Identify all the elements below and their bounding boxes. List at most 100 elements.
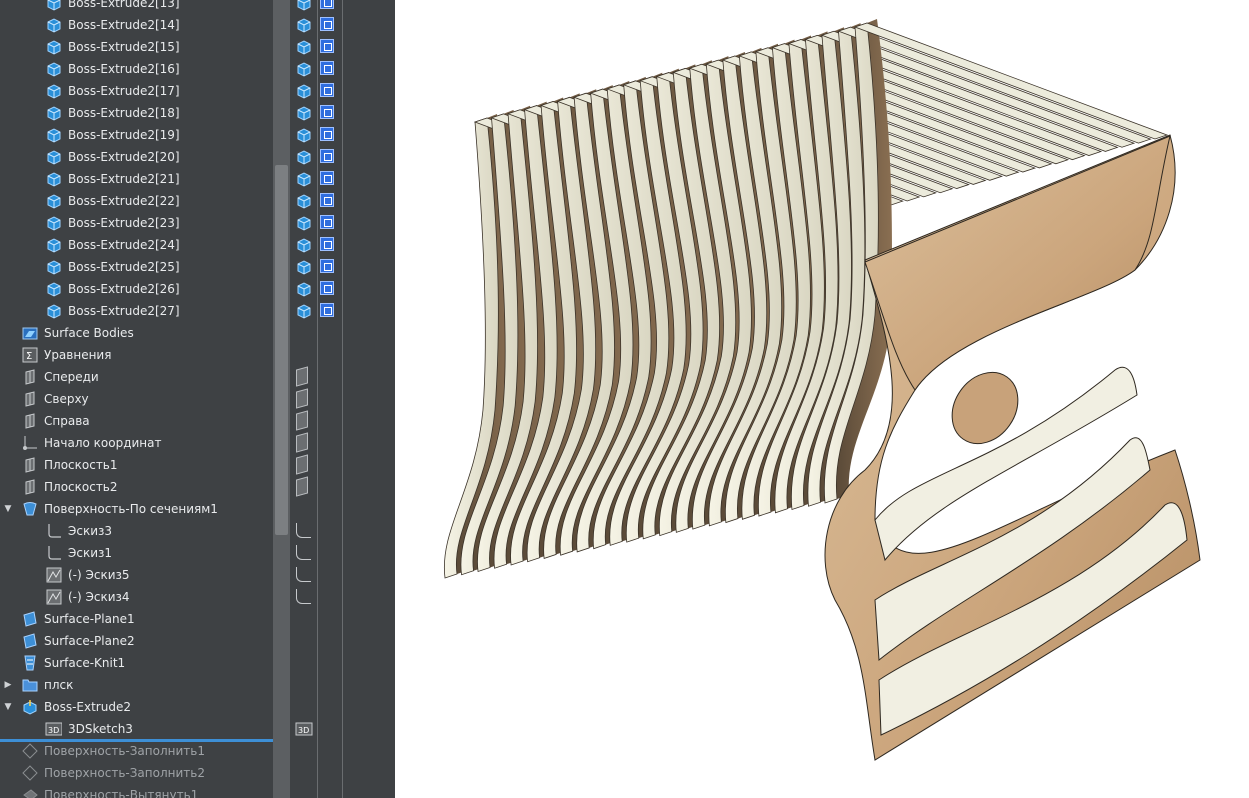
display-pane-row[interactable] (290, 124, 395, 146)
tree-item[interactable]: Справа (0, 410, 273, 432)
tree-item[interactable]: Эскиз3 (0, 520, 273, 542)
tree-item[interactable]: Сверху (0, 388, 273, 410)
plane-visibility-icon[interactable] (296, 366, 308, 387)
appearance-chip-icon[interactable] (320, 281, 334, 295)
tree-item[interactable]: (-) Эскиз4 (0, 586, 273, 608)
tree-item[interactable]: Boss-Extrude2[26] (0, 278, 273, 300)
tree-item[interactable]: Boss-Extrude2[13] (0, 0, 273, 14)
display-pane-row[interactable] (290, 762, 395, 784)
appearance-chip-icon[interactable] (320, 105, 334, 119)
display-pane-row[interactable] (290, 696, 395, 718)
tree-item[interactable]: (-) Эскиз5 (0, 564, 273, 586)
tree-item[interactable]: Surface Bodies (0, 322, 273, 344)
display-pane-row[interactable] (290, 278, 395, 300)
tree-item[interactable]: Boss-Extrude2[15] (0, 36, 273, 58)
body-display-icon[interactable] (296, 149, 312, 165)
display-pane-row[interactable] (290, 586, 395, 608)
tree-item[interactable]: Boss-Extrude2[23] (0, 212, 273, 234)
display-pane-row[interactable] (290, 146, 395, 168)
body-display-icon[interactable] (296, 83, 312, 99)
appearance-chip-icon[interactable] (320, 193, 334, 207)
appearance-chip-icon[interactable] (320, 303, 334, 317)
plane-visibility-icon[interactable] (296, 388, 308, 409)
expand-arrow-icon[interactable]: ▶ (3, 680, 13, 690)
tree-scrollbar-thumb[interactable] (275, 165, 288, 535)
display-pane-row[interactable] (290, 410, 395, 432)
display-pane-row[interactable] (290, 0, 395, 14)
tree-item[interactable]: Поверхность-Заполнить1 (0, 740, 273, 762)
tree-item[interactable]: Спереди (0, 366, 273, 388)
display-pane-row[interactable] (290, 212, 395, 234)
display-pane-row[interactable] (290, 740, 395, 762)
display-pane-row[interactable] (290, 388, 395, 410)
plane-visibility-icon[interactable] (296, 432, 308, 453)
tree-item[interactable]: Поверхность-Заполнить2 (0, 762, 273, 784)
display-pane-row[interactable] (290, 190, 395, 212)
display-pane-row[interactable]: 3D (290, 718, 395, 740)
body-display-icon[interactable] (296, 237, 312, 253)
display-pane-row[interactable] (290, 36, 395, 58)
tree-item[interactable]: Boss-Extrude2[17] (0, 80, 273, 102)
tree-item[interactable]: ▼ Поверхность-По сечениям1 (0, 498, 273, 520)
appearance-chip-icon[interactable] (320, 17, 334, 31)
tree-item[interactable]: Boss-Extrude2[14] (0, 14, 273, 36)
plane-visibility-icon[interactable] (296, 410, 308, 431)
slat-stool-model[interactable] (395, 0, 1249, 798)
tree-item[interactable]: Boss-Extrude2[21] (0, 168, 273, 190)
display-pane-row[interactable] (290, 14, 395, 36)
appearance-chip-icon[interactable] (320, 259, 334, 273)
appearance-chip-icon[interactable] (320, 39, 334, 53)
collapse-arrow-icon[interactable]: ▼ (3, 504, 13, 514)
body-display-icon[interactable] (296, 171, 312, 187)
tree-item[interactable]: Начало координат (0, 432, 273, 454)
tree-item[interactable]: Плоскость1 (0, 454, 273, 476)
tree-item[interactable]: Σ Уравнения (0, 344, 273, 366)
plane-visibility-icon[interactable] (296, 476, 308, 497)
appearance-chip-icon[interactable] (320, 61, 334, 75)
display-pane-row[interactable] (290, 608, 395, 630)
display-pane-row[interactable] (290, 80, 395, 102)
collapse-arrow-icon[interactable]: ▼ (3, 702, 13, 712)
tree-item[interactable]: Boss-Extrude2[25] (0, 256, 273, 278)
tree-item[interactable]: ▶ плск (0, 674, 273, 696)
display-pane-row[interactable] (290, 432, 395, 454)
appearance-chip-icon[interactable] (320, 171, 334, 185)
display-pane-row[interactable] (290, 476, 395, 498)
tree-item[interactable]: Boss-Extrude2[19] (0, 124, 273, 146)
appearance-chip-icon[interactable] (320, 0, 334, 9)
display-pane-row[interactable] (290, 564, 395, 586)
display-pane-row[interactable] (290, 322, 395, 344)
display-pane-row[interactable] (290, 520, 395, 542)
3d-sketch-visibility-icon[interactable]: 3D (295, 721, 313, 737)
display-pane-row[interactable] (290, 630, 395, 652)
tree-item[interactable]: Эскиз1 (0, 542, 273, 564)
display-pane-row[interactable] (290, 234, 395, 256)
display-pane-row[interactable] (290, 168, 395, 190)
sketch-visibility-icon[interactable] (296, 567, 311, 582)
body-display-icon[interactable] (296, 215, 312, 231)
appearance-chip-icon[interactable] (320, 83, 334, 97)
display-pane-row[interactable] (290, 366, 395, 388)
display-pane-row[interactable] (290, 344, 395, 366)
appearance-chip-icon[interactable] (320, 127, 334, 141)
tree-item[interactable]: Boss-Extrude2[16] (0, 58, 273, 80)
tree-item[interactable]: Surface-Knit1 (0, 652, 273, 674)
body-display-icon[interactable] (296, 105, 312, 121)
display-pane-row[interactable] (290, 58, 395, 80)
tree-item[interactable]: ▼ Boss-Extrude2 (0, 696, 273, 718)
display-pane-row[interactable] (290, 498, 395, 520)
tree-item[interactable]: Surface-Plane2 (0, 630, 273, 652)
plane-visibility-icon[interactable] (296, 454, 308, 475)
body-display-icon[interactable] (296, 127, 312, 143)
tree-item[interactable]: Boss-Extrude2[18] (0, 102, 273, 124)
sketch-visibility-icon[interactable] (296, 545, 311, 560)
body-display-icon[interactable] (296, 193, 312, 209)
display-pane-row[interactable] (290, 300, 395, 322)
tree-item[interactable]: Boss-Extrude2[24] (0, 234, 273, 256)
body-display-icon[interactable] (296, 281, 312, 297)
appearance-chip-icon[interactable] (320, 237, 334, 251)
tree-item[interactable]: Surface-Plane1 (0, 608, 273, 630)
display-pane-row[interactable] (290, 652, 395, 674)
graphics-viewport[interactable] (395, 0, 1249, 798)
body-display-icon[interactable] (296, 17, 312, 33)
